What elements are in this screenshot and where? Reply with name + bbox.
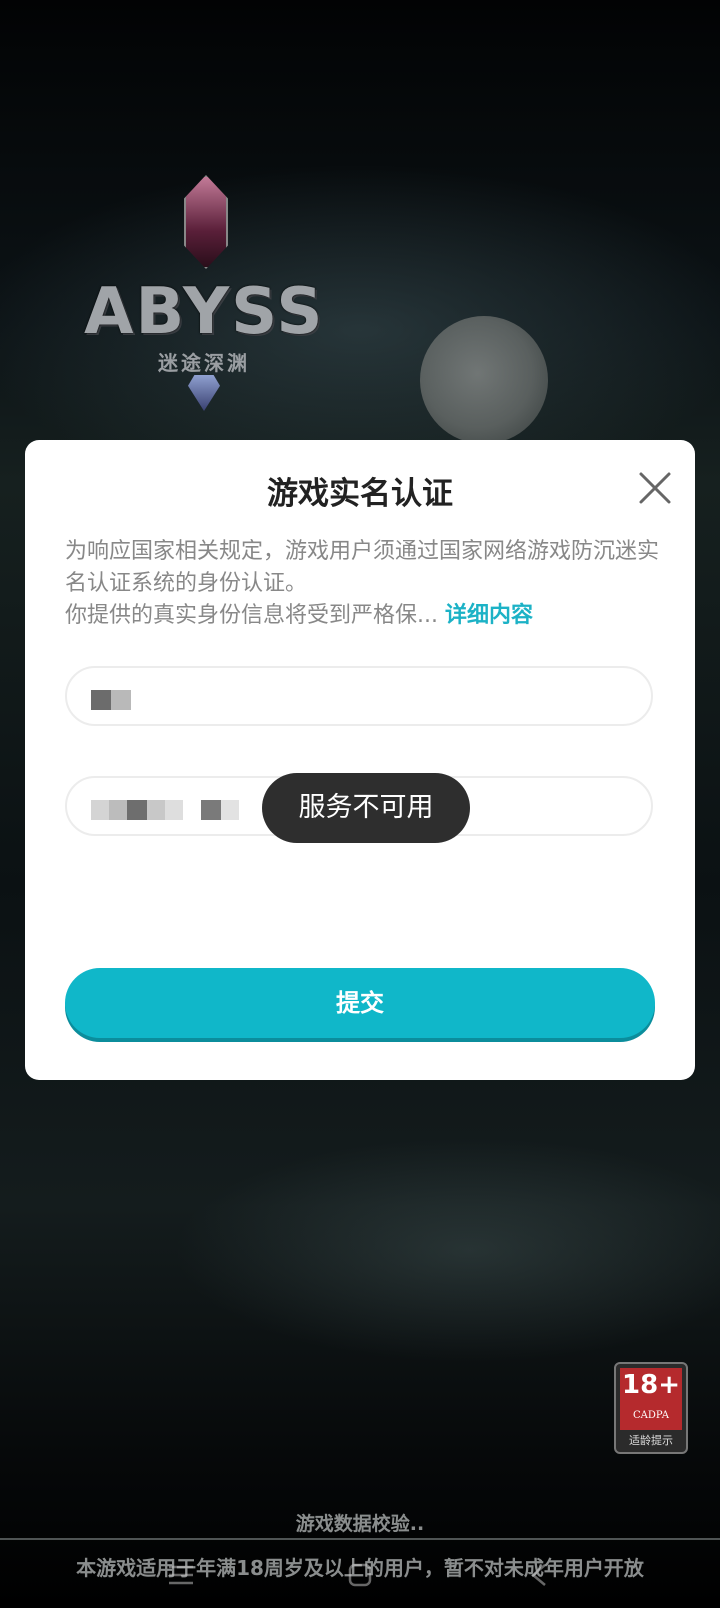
age-rating-number: 18+ [622, 1370, 680, 1400]
auth-notice: 为响应国家相关规定，游戏用户须通过国家网络游戏防沉迷实名认证系统的身份认证。 你… [65, 536, 665, 632]
nav-home-button[interactable] [345, 1562, 375, 1588]
notice-text-1: 为响应国家相关规定，游戏用户须通过国家网络游戏防沉迷实名认证系统的身份认证。 [65, 539, 660, 596]
submit-button[interactable]: 提交 [65, 968, 655, 1038]
logo-gem-icon [184, 175, 228, 269]
age-rating-org: CADPA [633, 1410, 669, 1421]
toast-message: 服务不可用 [262, 773, 470, 843]
game-screen: ABYSS 迷途深渊 游戏实名认证 为响应国家相关规定，游戏用户须通过国家网络游… [0, 0, 720, 1608]
notice-text-2-body: 你提供的真实身份信息将受到严格保... [65, 603, 438, 628]
loading-progress-line [0, 1538, 720, 1540]
menu-icon [169, 1565, 193, 1585]
close-icon [639, 472, 671, 504]
real-name-auth-dialog: 游戏实名认证 为响应国家相关规定，游戏用户须通过国家网络游戏防沉迷实名认证系统的… [25, 440, 695, 1080]
back-icon [531, 1564, 546, 1586]
home-icon [348, 1563, 372, 1587]
background-moon [420, 316, 548, 444]
detail-link[interactable]: 详细内容 [445, 603, 533, 628]
age-rating-badge: 18+ CADPA 适龄提示 [614, 1362, 688, 1454]
redacted-id-number [91, 800, 291, 820]
redacted-name [91, 690, 131, 710]
close-button[interactable] [635, 468, 675, 508]
name-field[interactable] [65, 666, 653, 726]
age-rating-caption: 适龄提示 [629, 1434, 673, 1447]
logo-title: ABYSS [84, 275, 325, 349]
nav-menu-button[interactable] [166, 1562, 196, 1588]
nav-back-button[interactable] [525, 1562, 555, 1588]
system-nav-bar [0, 1550, 720, 1608]
logo-subtitle: 迷途深渊 [158, 351, 250, 375]
game-logo: ABYSS 迷途深渊 [84, 175, 324, 425]
logo-crystal-icon [188, 375, 220, 411]
dialog-title: 游戏实名认证 [267, 476, 453, 512]
notice-text-2: 你提供的真实身份信息将受到严格保... 详细内容 [65, 600, 665, 632]
loading-status-text: 游戏数据校验.. [295, 1513, 425, 1535]
